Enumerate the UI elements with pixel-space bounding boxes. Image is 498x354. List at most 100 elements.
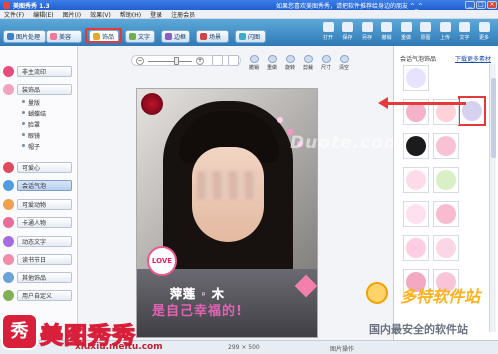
bubble-thumbnail-10[interactable] [403,235,429,261]
edit-tool-icon [249,55,259,63]
category-item-9[interactable]: 用户自定义 [17,290,72,301]
edit-tool-0[interactable]: 撤销 [247,55,261,73]
toolbar-icon [361,22,373,32]
toolbar-button-4[interactable]: 重做 [396,20,416,44]
zoom-slider-track[interactable] [148,61,192,62]
tab-icon [239,33,246,40]
tab-6[interactable]: 闪图 [235,30,266,43]
duote-watermark-sub: 国内最安全的软件站 [369,323,468,336]
subcategory-item-3[interactable]: 眼镜 [21,131,40,140]
edit-tool-4[interactable]: 尺寸 [319,55,333,73]
edit-tool-icon [321,55,331,63]
toolbar-button-0[interactable]: 打开 [318,20,338,44]
tab-5[interactable]: 场景 [196,30,229,43]
window-title: 美图秀秀 1.3 [13,2,50,10]
toolbar-label: 另存 [361,35,372,41]
toolbar-button-5[interactable]: 原图 [416,20,436,44]
toolbar-label: 撤销 [381,35,392,41]
bubble-thumbnail-4[interactable] [403,133,429,159]
menu-help[interactable]: 帮助(H) [120,10,141,19]
menu-effect[interactable]: 效果(V) [90,10,111,19]
rose-sticker[interactable] [141,93,163,115]
toolbar-label: 上传 [439,35,450,41]
menu-file[interactable]: 文件(F) [4,10,24,19]
toolbar-button-3[interactable]: 撤销 [377,20,397,44]
category-item-1[interactable]: 装饰品 [17,84,72,95]
bubble-thumbnail-1[interactable] [458,96,486,126]
edit-tool-label: 尺寸 [320,65,331,71]
material-scrollbar[interactable] [489,64,496,332]
tab-0[interactable]: 图片处理 [3,30,46,43]
toolbar-button-6[interactable]: 上传 [435,20,455,44]
category-item-7[interactable]: 读书节日 [17,254,72,265]
bubble-thumbnail-11[interactable] [433,235,459,261]
meitu-logo: 秀 [3,315,36,348]
bubble-thumbnail-8[interactable] [403,201,429,227]
edit-tool-icon [267,55,277,63]
bubble-thumbnail-image [436,238,456,258]
menu-register[interactable]: 注册会员 [171,10,195,19]
category-item-3[interactable]: 会话气泡 [17,180,72,191]
menu-image[interactable]: 图片(I) [63,10,81,19]
category-item-8[interactable]: 其他饰品 [17,272,72,283]
maximize-button[interactable]: □ [476,1,486,9]
edit-tool-1[interactable]: 重做 [265,55,279,73]
heart-sticker[interactable] [277,117,283,123]
bubble-thumbnail-0[interactable] [403,65,429,91]
right-material-panel [393,46,498,354]
highlight-box-accessories-tab [85,28,122,43]
toolbar-icon [322,22,334,32]
minimize-button[interactable]: _ [465,1,475,9]
brand-url: xiuxiu.meitu.com [75,342,163,352]
tab-1[interactable]: 美容 [46,30,82,43]
category-icon [3,236,14,247]
toolbar-button-1[interactable]: 保存 [338,20,358,44]
category-icon [3,180,14,191]
menu-edit[interactable]: 编辑(E) [33,10,53,19]
toolbar-button-7[interactable]: 文字 [455,20,475,44]
actual-size-button[interactable] [228,55,239,66]
menu-login[interactable]: 登录 [150,10,162,19]
zoom-bar: − + [131,55,241,66]
category-item-5[interactable]: 卡通人物 [17,217,72,228]
category-item-0[interactable]: 非主流印 [17,66,72,77]
fit-view-button[interactable] [212,55,223,66]
download-more-link[interactable]: 下载更多素材 [455,54,491,63]
edit-tool-3[interactable]: 剪裁 [301,55,315,73]
category-item-2[interactable]: 可爱心 [17,162,72,173]
subcategory-item-1[interactable]: 蝴蝶结 [21,109,46,118]
bubble-thumbnail-9[interactable] [433,201,459,227]
category-item-4[interactable]: 可爱动物 [17,199,72,210]
bubble-thumbnail-image [406,136,426,156]
toolbar-icon [400,22,412,32]
edit-tool-5[interactable]: 清空 [337,55,351,73]
edit-tool-icon [303,55,313,63]
toolbar-label: 文字 [459,35,470,41]
zoom-out-icon[interactable]: − [136,57,144,65]
close-button[interactable]: × [487,1,497,9]
bubble-thumbnail-5[interactable] [433,133,459,159]
category-icon [3,217,14,228]
tab-label: 图片处理 [16,34,41,41]
photo-caption-2[interactable]: 是自己幸福的! [152,300,243,319]
edit-tool-label: 旋转 [284,65,295,71]
tab-3[interactable]: 文字 [125,30,155,43]
subcategory-item-4[interactable]: 帽子 [21,142,40,151]
tab-4[interactable]: 边框 [161,30,190,43]
category-item-6[interactable]: 动态文字 [17,236,72,247]
edit-tool-2[interactable]: 旋转 [283,55,297,73]
love-bubble-sticker[interactable]: LOVE [147,246,177,276]
app-window: 美图秀秀 1.3 如果您喜欢美图秀秀，请把软件推荐给身边的朋友 ^_^ _ □ … [0,0,498,354]
scrollbar-thumb[interactable] [491,78,496,158]
zoom-in-icon[interactable]: + [196,57,204,65]
bubble-thumbnail-image [436,102,456,122]
subcategory-item-2[interactable]: 脸罩 [21,120,40,129]
toolbar-icon [342,22,353,32]
toolbar-button-2[interactable]: 另存 [357,20,377,44]
bubble-thumbnail-7[interactable] [433,167,459,193]
bubble-thumbnail-6[interactable] [403,167,429,193]
category-icon [3,84,14,95]
toolbar-button-8[interactable]: 更多 [474,20,494,44]
zoom-slider-handle[interactable] [174,57,179,65]
subcategory-item-0[interactable]: 量版 [21,98,40,107]
